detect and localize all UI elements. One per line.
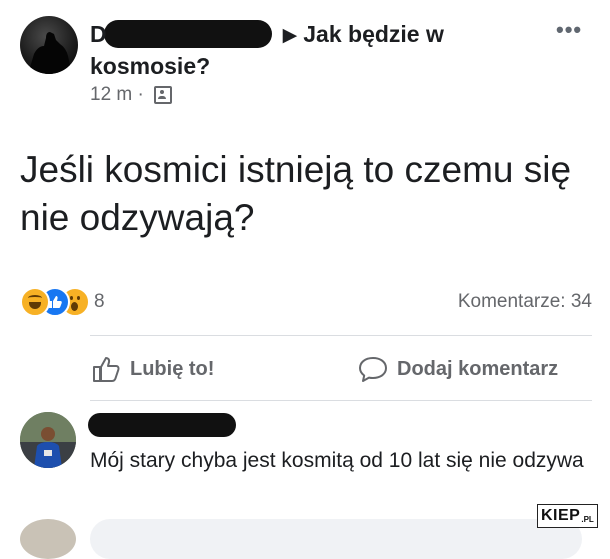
comment-label: Dodaj komentarz (397, 357, 559, 380)
group-privacy-icon (154, 86, 173, 104)
author-name[interactable]: D (90, 19, 107, 49)
reaction-count[interactable]: 8 (94, 291, 105, 313)
post-time[interactable]: 12 m (90, 84, 132, 105)
like-label: Lubię to! (130, 357, 215, 380)
post-meta: 12 m · (90, 84, 173, 106)
author-avatar[interactable] (20, 16, 78, 74)
like-button[interactable]: Lubię to! (92, 352, 214, 386)
avatar-image (20, 412, 76, 468)
current-user-avatar[interactable] (20, 519, 76, 559)
arrow-icon: ▶ (282, 25, 298, 46)
haha-reaction-icon (20, 287, 50, 317)
divider (90, 335, 592, 336)
thumbs-up-icon (93, 357, 120, 382)
watermark-sub: .PL (581, 514, 594, 524)
commenter-avatar[interactable] (20, 412, 76, 468)
site-watermark-logo: KIEP .PL (537, 504, 598, 528)
commenter-name-redaction (88, 413, 236, 437)
comment-bubble-icon (359, 357, 387, 382)
more-dots-icon[interactable]: ••• (556, 17, 582, 43)
comments-count[interactable]: Komentarze: 34 (458, 291, 592, 313)
avatar-image (28, 32, 72, 74)
comment-text: Mój stary chyba jest kosmitą od 10 lat s… (90, 449, 584, 472)
meta-separator: · (137, 84, 144, 105)
watermark-main: KIEP (541, 507, 581, 524)
comment-input[interactable] (90, 519, 582, 559)
add-comment-button[interactable]: Dodaj komentarz (357, 352, 558, 386)
group-name[interactable]: Jak będzie w kosmosie? (90, 21, 444, 79)
post-header: D ▶ Jak będzie w kosmosie? (90, 19, 510, 81)
divider (90, 400, 592, 401)
post-text: Jeśli kosmici istnieją to czemu się nie … (20, 149, 572, 238)
